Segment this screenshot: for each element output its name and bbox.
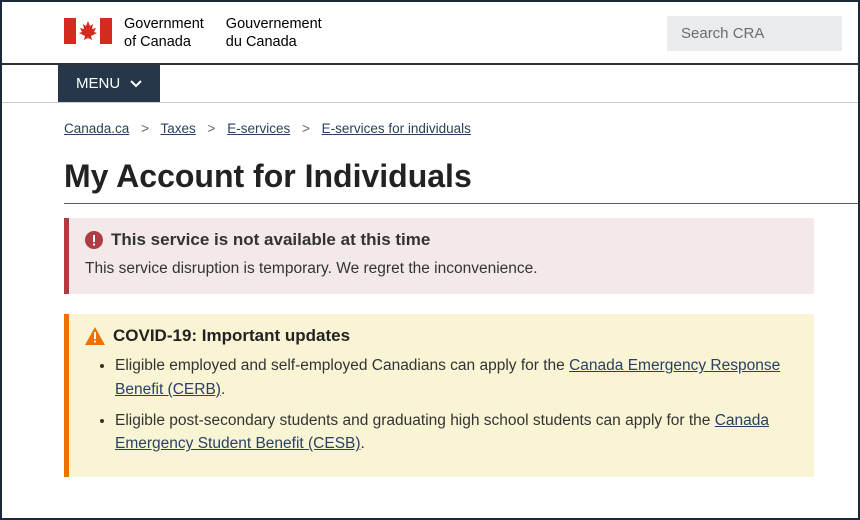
breadcrumb-sep: > (294, 121, 318, 136)
government-wordmark: Government of Canada Gouvernement du Can… (124, 16, 322, 51)
gov-fr-line1: Gouvernement (226, 16, 322, 33)
error-icon (85, 231, 103, 249)
breadcrumb-link-0[interactable]: Canada.ca (64, 121, 129, 136)
menu-bar: MENU (2, 65, 858, 102)
alert-covid-updates: COVID-19: Important updates Eligible emp… (64, 314, 814, 477)
list-item: Eligible post-secondary students and gra… (115, 409, 798, 456)
alert-danger-body: This service disruption is temporary. We… (85, 258, 798, 280)
alert-warning-list: Eligible employed and self-employed Cana… (85, 354, 798, 455)
site-header: Government of Canada Gouvernement du Can… (2, 2, 858, 65)
warning-icon (85, 327, 105, 345)
chevron-down-icon (130, 75, 142, 92)
page-title: My Account for Individuals (64, 158, 858, 204)
breadcrumb-sep: > (133, 121, 157, 136)
breadcrumb-sep: > (200, 121, 224, 136)
item2-pre: Eligible post-secondary students and gra… (115, 412, 715, 429)
list-item: Eligible employed and self-employed Cana… (115, 354, 798, 401)
menu-label: MENU (76, 75, 120, 92)
search-input[interactable] (667, 16, 842, 51)
page-frame: Government of Canada Gouvernement du Can… (0, 0, 860, 520)
breadcrumb-link-2[interactable]: E-services (227, 121, 290, 136)
breadcrumb-link-1[interactable]: Taxes (160, 121, 195, 136)
gov-fr-line2: du Canada (226, 34, 322, 51)
content-area: Canada.ca > Taxes > E-services > E-servi… (2, 102, 858, 517)
breadcrumb: Canada.ca > Taxes > E-services > E-servi… (64, 117, 814, 158)
gov-en-line2: of Canada (124, 34, 204, 51)
item2-post: . (361, 435, 365, 452)
canada-flag-icon (64, 18, 112, 49)
alert-warning-title: COVID-19: Important updates (113, 326, 350, 346)
item1-post: . (221, 381, 225, 398)
item1-pre: Eligible employed and self-employed Cana… (115, 357, 569, 374)
breadcrumb-link-3[interactable]: E-services for individuals (322, 121, 471, 136)
alert-service-unavailable: This service is not available at this ti… (64, 218, 814, 294)
alert-danger-title: This service is not available at this ti… (111, 230, 430, 250)
brand-block: Government of Canada Gouvernement du Can… (64, 16, 322, 51)
gov-en-line1: Government (124, 16, 204, 33)
main-menu-button[interactable]: MENU (58, 65, 160, 102)
